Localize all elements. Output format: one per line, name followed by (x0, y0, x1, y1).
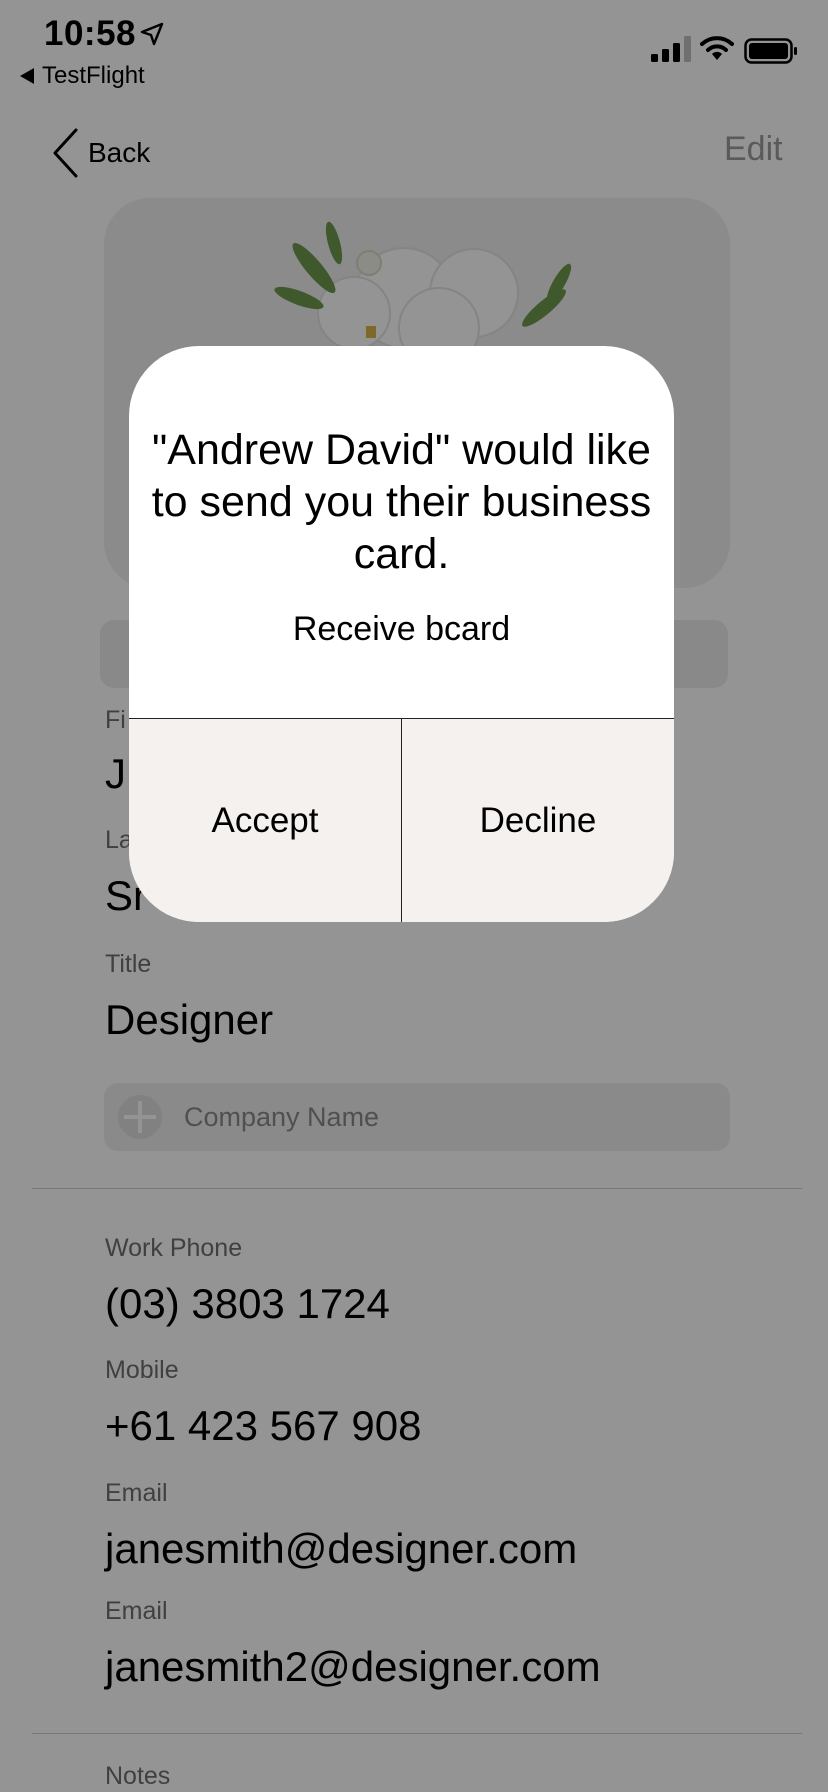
accept-button[interactable]: Accept (129, 719, 401, 922)
dialog-message: Receive bcard (292, 610, 511, 648)
business-card-request-dialog: "Andrew David" would like to send you th… (129, 346, 674, 922)
dialog-button-row: Accept Decline (129, 719, 674, 922)
dialog-title: "Andrew David" would like to send you th… (151, 426, 652, 578)
decline-button[interactable]: Decline (402, 719, 674, 922)
